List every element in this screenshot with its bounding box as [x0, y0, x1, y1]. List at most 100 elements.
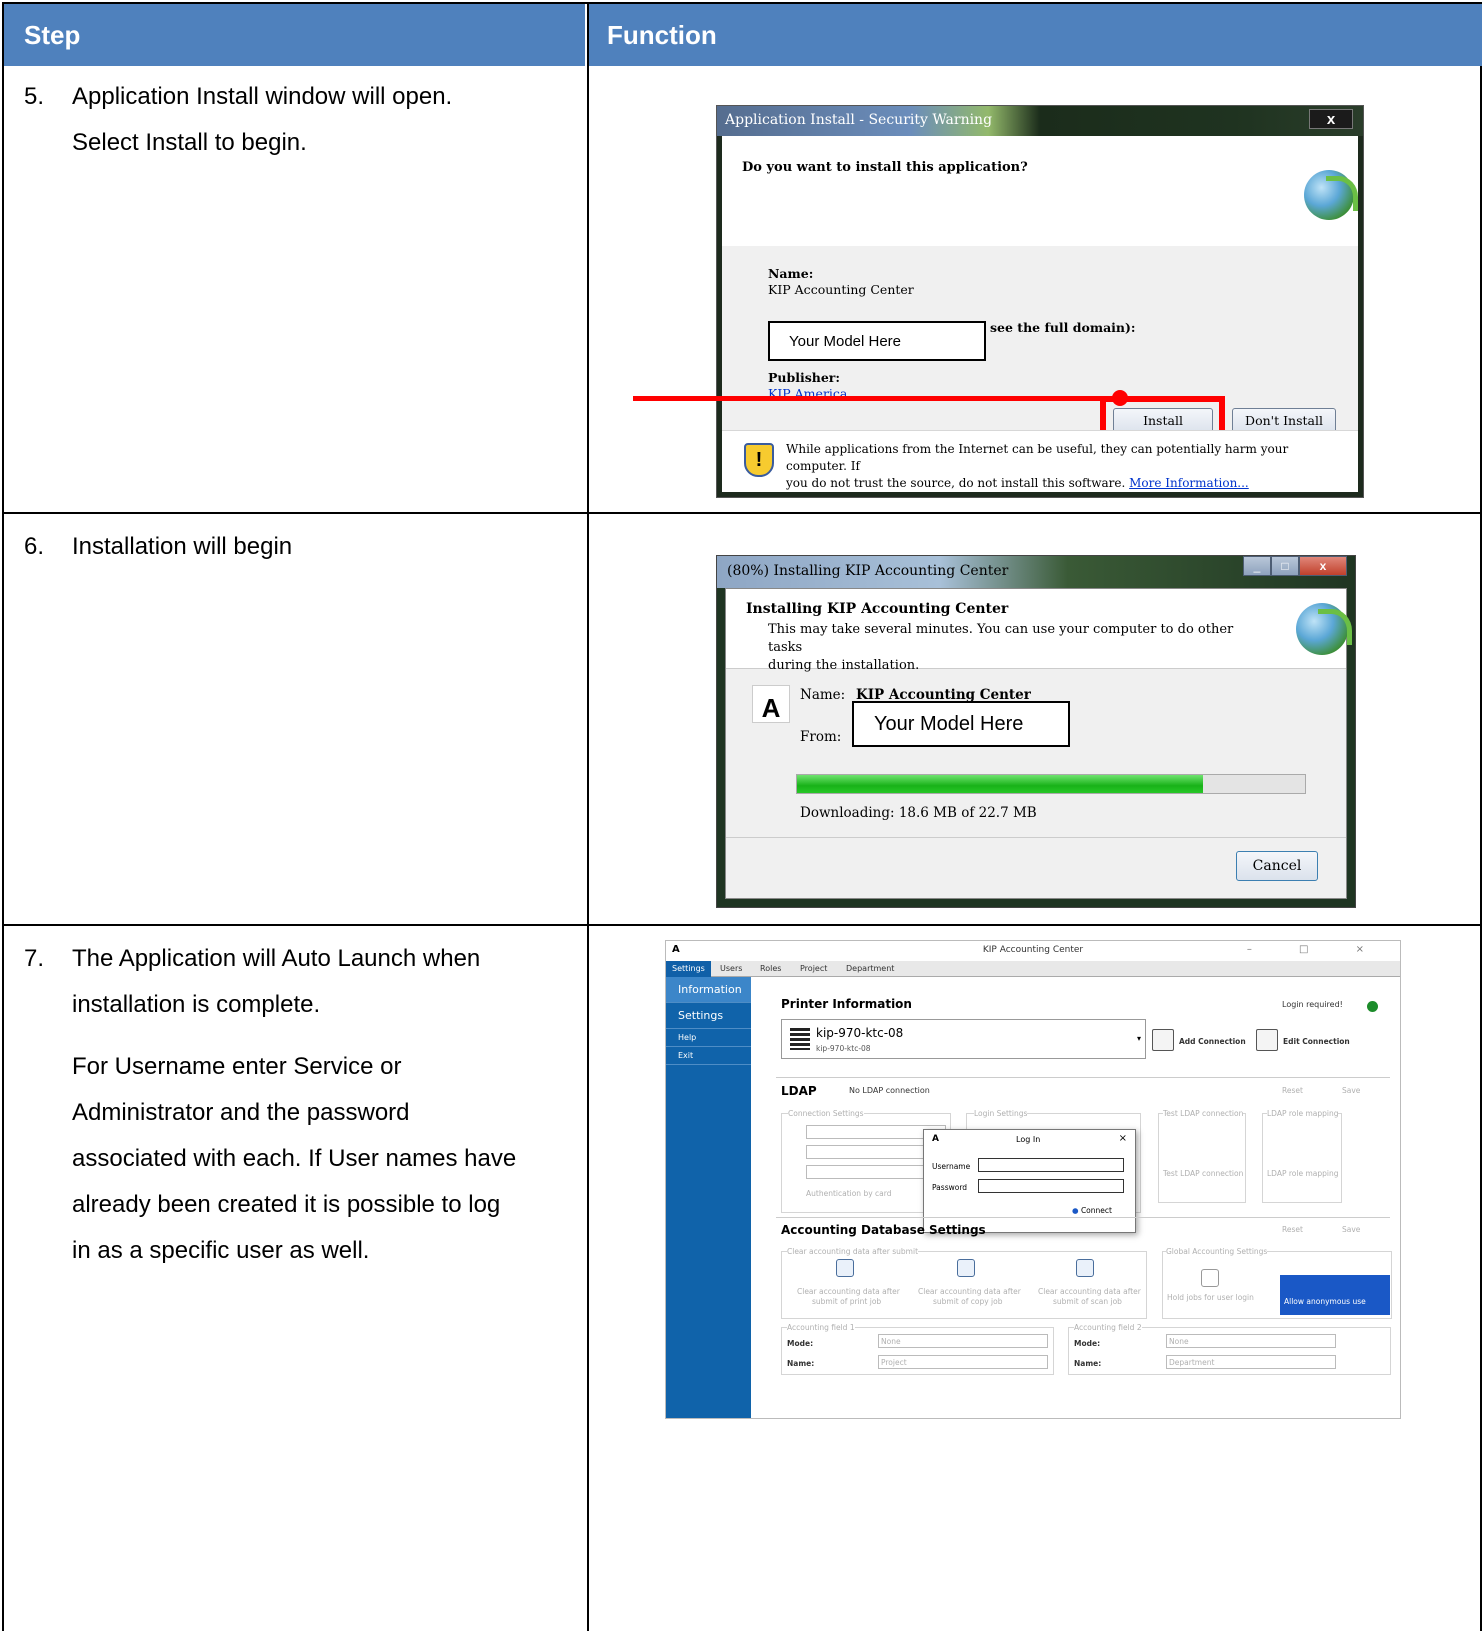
- step-number: 6.: [24, 533, 45, 560]
- print-job-icon[interactable]: [836, 1259, 854, 1277]
- accounting-db-title: Accounting Database Settings: [781, 1223, 986, 1237]
- warning-shield-icon: !: [744, 443, 774, 477]
- printer-select[interactable]: kip-970-ktc-08 kip-970-ktc-08 ▾: [781, 1019, 1146, 1059]
- hold-jobs-button[interactable]: Hold jobs for user login: [1167, 1293, 1254, 1302]
- header-step: Step: [4, 4, 585, 66]
- cancel-button[interactable]: Cancel: [1236, 851, 1318, 881]
- clear-copy-line-2[interactable]: submit of copy job: [933, 1297, 1002, 1306]
- install-subtext: This may take several minutes. You can u…: [768, 621, 1268, 675]
- section-divider: [776, 1217, 1390, 1218]
- name-label: Name:: [787, 1359, 815, 1368]
- reset-button[interactable]: Reset: [1282, 1225, 1303, 1234]
- dialog-title: Application Install - Security Warning: [725, 112, 993, 128]
- maximize-button[interactable]: □: [1271, 556, 1299, 576]
- printer-subname: kip-970-ktc-08: [816, 1044, 871, 1053]
- step-7: 7. The Application will Auto Launch when…: [24, 936, 579, 1274]
- allow-anonymous-toggle[interactable]: Allow anonymous use: [1280, 1275, 1390, 1315]
- clear-scan-line-1[interactable]: Clear accounting data after: [1038, 1287, 1141, 1296]
- install-heading: Installing KIP Accounting Center: [746, 601, 1009, 617]
- name-label: Name:: [768, 266, 814, 281]
- connection-settings-label: Connection Settings: [788, 1109, 864, 1118]
- from-label-suffix: see the full domain):: [990, 320, 1136, 335]
- tab-project[interactable]: Project: [800, 964, 827, 973]
- field1-name-input[interactable]: Project: [878, 1355, 1048, 1369]
- step-para-line: in as a specific user as well.: [72, 1237, 370, 1264]
- dialog-titlebar: Application Install - Security Warning x: [717, 106, 1363, 136]
- edit-connection-icon[interactable]: [1256, 1029, 1278, 1051]
- tab-roles[interactable]: Roles: [760, 964, 781, 973]
- clear-scan-line-2[interactable]: submit of scan job: [1053, 1297, 1122, 1306]
- printer-icon: [790, 1028, 810, 1050]
- reset-button[interactable]: Reset: [1282, 1086, 1303, 1095]
- clickonce-globe-icon: [1296, 603, 1352, 655]
- clear-print-line-1[interactable]: Clear accounting data after: [797, 1287, 900, 1296]
- scan-job-icon[interactable]: [1076, 1259, 1094, 1277]
- ldap-role-button[interactable]: LDAP role mapping: [1267, 1169, 1338, 1178]
- footer-separator: [726, 837, 1346, 838]
- model-placeholder-box: Your Model Here: [768, 321, 986, 361]
- more-information-link[interactable]: More Information...: [1129, 476, 1249, 490]
- step-number: 7.: [24, 945, 45, 972]
- no-ldap-text: No LDAP connection: [849, 1086, 930, 1095]
- dialog-header-area: Do you want to install this application?: [722, 136, 1358, 246]
- step-6: 6. Installation will begin: [24, 524, 579, 570]
- kip-app-icon: A: [752, 685, 790, 723]
- save-button[interactable]: Save: [1342, 1225, 1360, 1234]
- minimize-button[interactable]: _: [1243, 556, 1271, 576]
- close-button[interactable]: x: [1309, 109, 1353, 129]
- password-input[interactable]: [978, 1179, 1124, 1193]
- test-ldap-button[interactable]: Test LDAP connection: [1163, 1169, 1243, 1178]
- sidebar-item-settings[interactable]: Settings: [666, 1003, 751, 1029]
- field2-mode-select[interactable]: None: [1166, 1334, 1336, 1348]
- close-button[interactable]: x: [1299, 556, 1347, 576]
- ldap-title: LDAP: [781, 1084, 817, 1098]
- name-label: Name:: [800, 687, 846, 703]
- publisher-label: Publisher:: [768, 370, 841, 385]
- app-tabs: Settings Users Roles Project Department: [666, 961, 1400, 977]
- warning-line-1: While applications from the Internet can…: [786, 442, 1289, 473]
- tab-users[interactable]: Users: [720, 964, 742, 973]
- field1-mode-select[interactable]: None: [878, 1334, 1048, 1348]
- field1-label: Accounting field 1: [787, 1323, 855, 1332]
- hold-jobs-icon[interactable]: [1201, 1269, 1219, 1287]
- red-pointer-arrow: [633, 396, 1123, 401]
- ldap-role-group[interactable]: [1262, 1113, 1342, 1203]
- status-dot: [1367, 1001, 1378, 1012]
- name-value: KIP Accounting Center: [768, 282, 914, 297]
- edit-connection-label[interactable]: Edit Connection: [1283, 1037, 1350, 1046]
- sidebar-item-exit[interactable]: Exit: [666, 1047, 751, 1065]
- field2-name-input[interactable]: Department: [1166, 1355, 1336, 1369]
- step-line: installation is complete.: [72, 991, 321, 1018]
- field2-label: Accounting field 2: [1074, 1323, 1142, 1332]
- clear-copy-line-1[interactable]: Clear accounting data after: [918, 1287, 1021, 1296]
- model-placeholder-box: Your Model Here: [852, 701, 1070, 747]
- test-ldap-group[interactable]: [1158, 1113, 1246, 1203]
- window-controls[interactable]: – □ ×: [1247, 944, 1386, 955]
- sidebar-item-information[interactable]: Information: [666, 977, 751, 1003]
- save-button[interactable]: Save: [1342, 1086, 1360, 1095]
- auth-by-card-checkbox[interactable]: Authentication by card: [806, 1189, 891, 1198]
- subtext-line-1: This may take several minutes. You can u…: [768, 622, 1234, 655]
- add-connection-icon[interactable]: [1152, 1029, 1174, 1051]
- progress-bar: [796, 774, 1306, 794]
- kip-accounting-center-window: A KIP Accounting Center – □ × Settings U…: [665, 940, 1401, 1419]
- dialog-title: (80%) Installing KIP Accounting Center: [727, 563, 1009, 579]
- app-titlebar: A KIP Accounting Center – □ ×: [666, 941, 1400, 961]
- username-input[interactable]: [978, 1158, 1124, 1172]
- row-divider: [4, 924, 1482, 926]
- step-para-line: Administrator and the password: [72, 1099, 410, 1126]
- connect-button[interactable]: ● Connect: [1072, 1206, 1112, 1215]
- sidebar: Information Settings Help Exit: [666, 977, 751, 1418]
- add-connection-label[interactable]: Add Connection: [1179, 1037, 1246, 1046]
- subtext-line-2: during the installation.: [768, 658, 920, 673]
- tab-settings[interactable]: Settings: [666, 961, 711, 977]
- tab-department[interactable]: Department: [846, 964, 894, 973]
- clear-print-line-2[interactable]: submit of print job: [812, 1297, 881, 1306]
- warning-footer: ! While applications from the Internet c…: [722, 430, 1358, 492]
- printer-name: kip-970-ktc-08: [816, 1026, 904, 1040]
- copy-job-icon[interactable]: [957, 1259, 975, 1277]
- sidebar-item-help[interactable]: Help: [666, 1029, 751, 1047]
- global-settings-label: Global Accounting Settings: [1166, 1247, 1268, 1256]
- close-icon[interactable]: ×: [1119, 1133, 1127, 1144]
- install-question: Do you want to install this application?: [742, 160, 1028, 175]
